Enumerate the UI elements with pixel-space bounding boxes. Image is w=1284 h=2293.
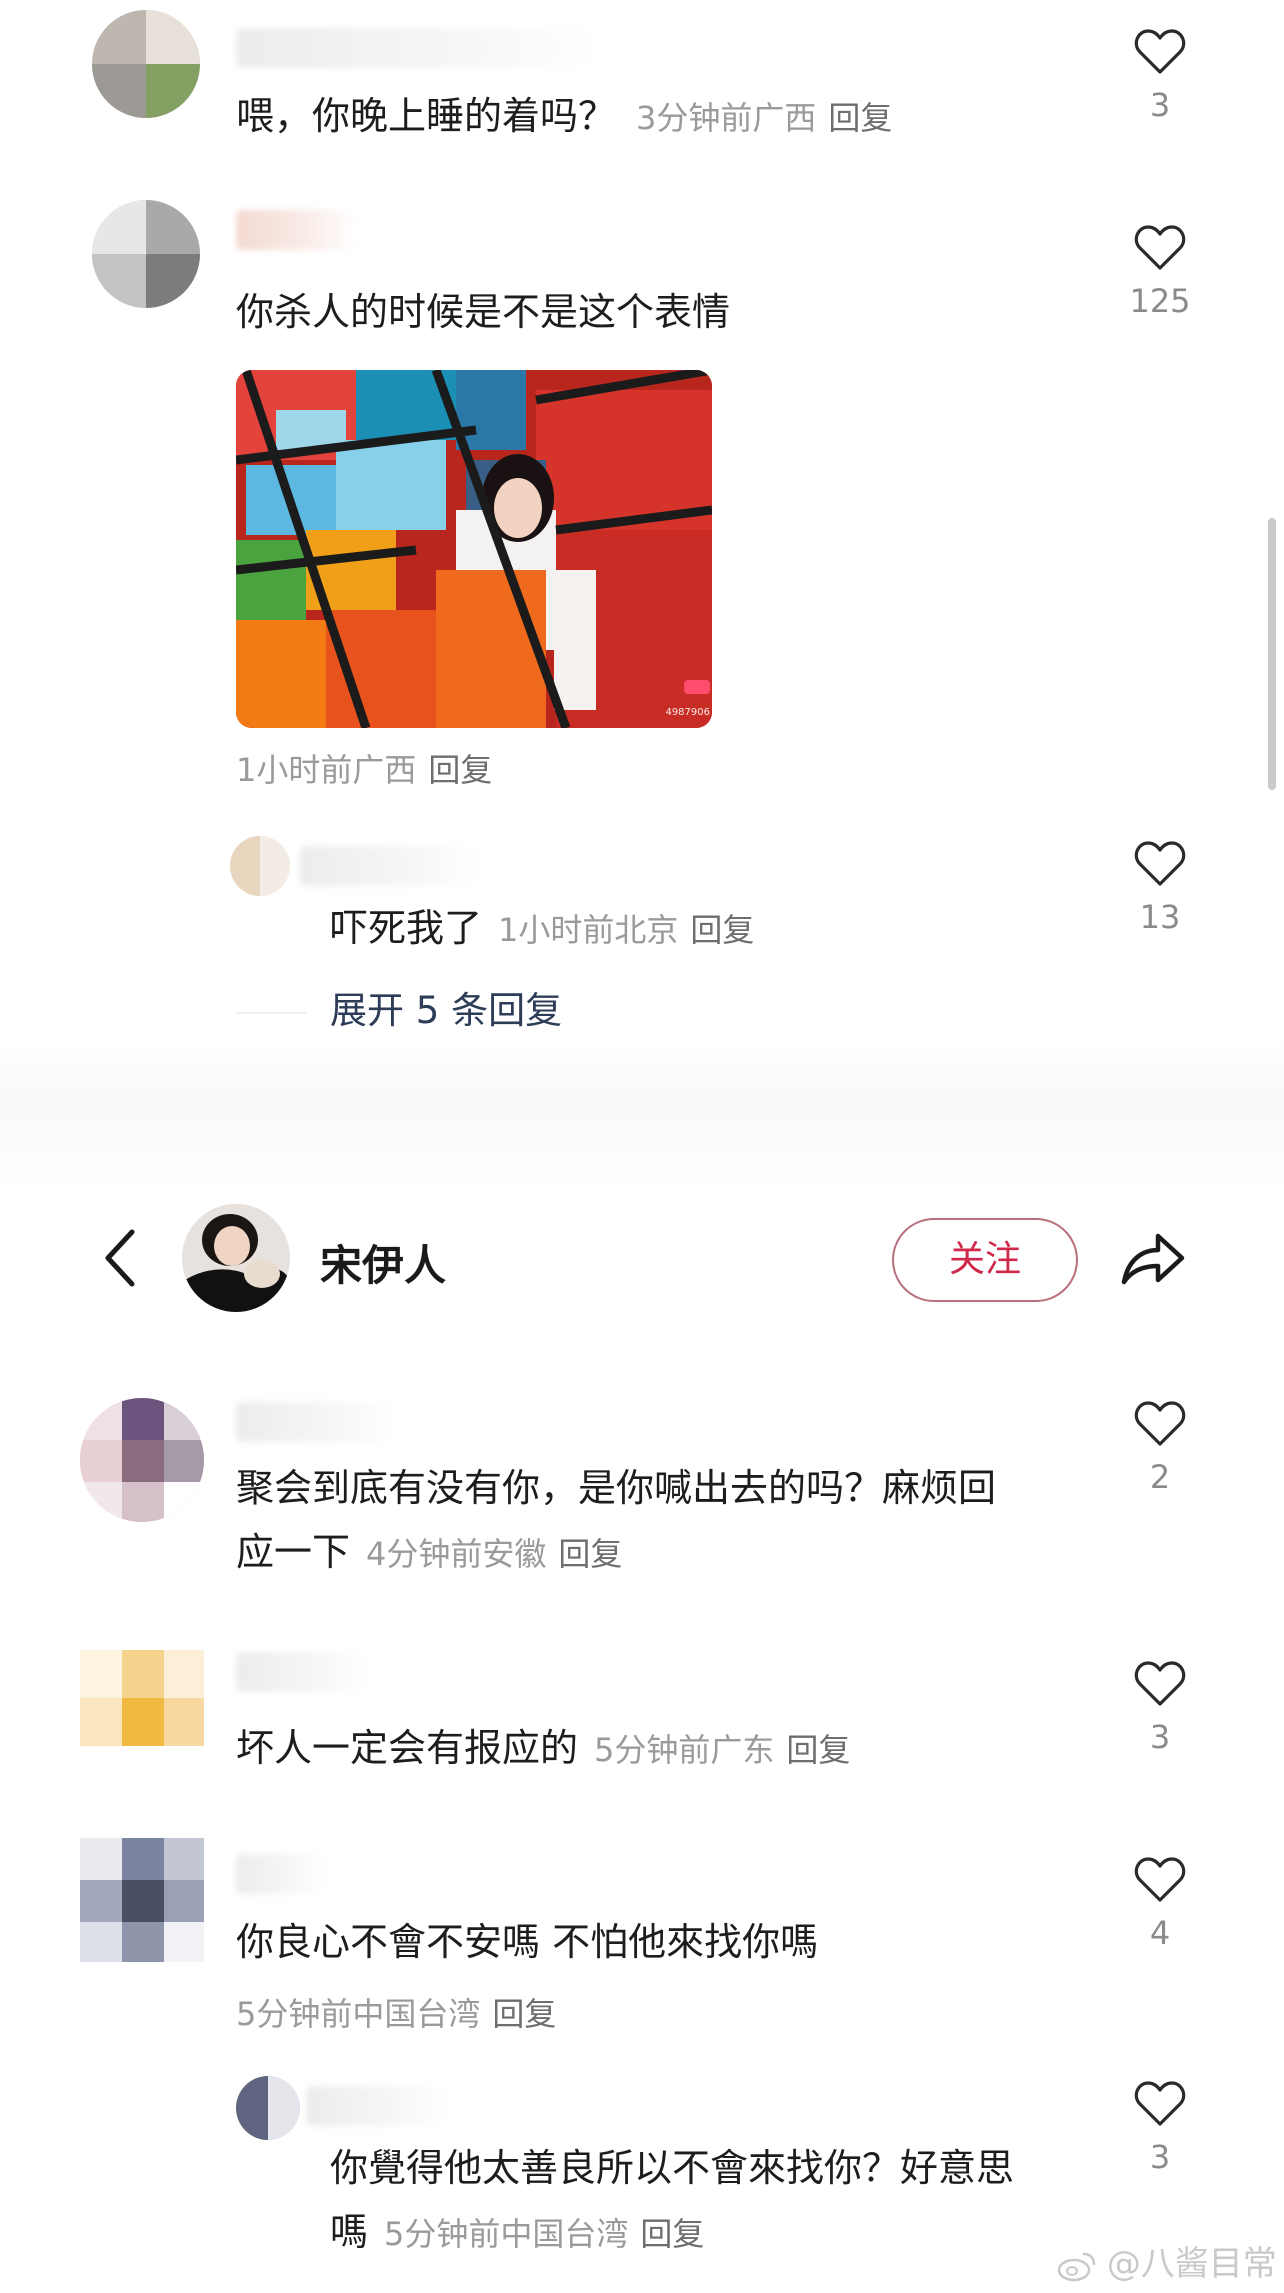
sub-reply-avatar[interactable]	[236, 2076, 300, 2140]
watermark: @八酱目常	[1056, 2236, 1277, 2285]
heart-icon	[1134, 1401, 1186, 1446]
back-chevron-icon	[105, 1229, 135, 1287]
commenter-name-redacted	[236, 1854, 326, 1894]
reply-link[interactable]: 回复	[640, 2215, 704, 2253]
expand-divider	[236, 1012, 306, 1014]
heart-icon	[1134, 841, 1186, 886]
commenter-name-redacted	[236, 28, 596, 68]
share-arrow-icon	[1121, 1233, 1185, 1285]
like-button[interactable]: 2	[1120, 1400, 1200, 1496]
comment-body: 坏人一定会有报应的	[236, 1726, 579, 1770]
comment-text: 坏人一定会有报应的 5分钟前广东 回复	[236, 1716, 850, 1782]
comment-time: 3分钟前	[636, 99, 753, 137]
commenter-avatar[interactable]	[92, 10, 200, 118]
back-button[interactable]	[96, 1226, 146, 1290]
like-count: 3	[1149, 2138, 1171, 2176]
comment-photo[interactable]: 4987906	[236, 370, 712, 728]
profile-avatar[interactable]	[182, 1204, 290, 1312]
sub-reply-location: 中国台湾	[500, 2215, 629, 2253]
commenter-avatar[interactable]	[80, 1838, 204, 1962]
follow-button[interactable]: 关注	[892, 1218, 1078, 1302]
commenter-avatar[interactable]	[80, 1398, 204, 1522]
like-count: 3	[1149, 1718, 1171, 1756]
like-count: 125	[1129, 282, 1191, 320]
comment-time: 5分钟前	[594, 1731, 711, 1769]
comment-time: 5分钟前	[236, 1995, 353, 2033]
sub-reply-body-line2: 嗎	[330, 2210, 369, 2254]
reply-link[interactable]: 回复	[786, 1731, 850, 1769]
like-button[interactable]: 3	[1120, 1660, 1200, 1756]
sub-reply-time: 1小时前	[498, 911, 615, 949]
commenter-name-redacted	[236, 1652, 366, 1692]
sub-reply-text: 吓死我了 1小时前北京 回复	[330, 896, 754, 962]
heart-icon	[1134, 1857, 1186, 1902]
like-count: 2	[1149, 1458, 1171, 1496]
sub-reply-body: 吓死我了	[330, 906, 483, 950]
commenter-avatar[interactable]	[92, 200, 200, 308]
comment-time: 1小时前	[236, 751, 353, 789]
sub-reply-location: 北京	[614, 911, 679, 949]
like-button[interactable]: 13	[1120, 840, 1200, 936]
comment-time: 4分钟前	[366, 1535, 483, 1573]
comment-meta: 5分钟前中国台湾 回复	[236, 1980, 556, 2046]
reply-link[interactable]: 回复	[492, 1995, 556, 2033]
weibo-icon	[1057, 2252, 1096, 2281]
reply-link[interactable]: 回复	[828, 99, 892, 137]
sub-reply-text-line1: 你覺得他太善良所以不會來找你？好意思	[330, 2146, 1015, 2190]
heart-icon	[1134, 1661, 1186, 1706]
sub-reply-avatar[interactable]	[230, 836, 290, 896]
comment-text: 喂，你晚上睡的着吗？ 3分钟前广西 回复	[236, 84, 892, 150]
watermark-text: @八酱目常	[1106, 2244, 1277, 2284]
heart-icon	[1134, 29, 1186, 74]
comment-text-line1: 聚会到底有没有你，是你喊出去的吗？麻烦回	[236, 1466, 997, 1510]
comment-body: 你杀人的时候是不是这个表情	[236, 290, 731, 334]
reply-link[interactable]: 回复	[558, 1535, 622, 1573]
commenter-name-redacted	[236, 210, 356, 250]
like-count: 3	[1149, 86, 1171, 124]
comment-body-line2: 应一下	[236, 1530, 351, 1574]
commenter-avatar[interactable]	[80, 1650, 204, 1746]
expand-replies-link[interactable]: 展开 5 条回复	[330, 980, 562, 1034]
like-count: 13	[1139, 898, 1181, 936]
sub-reply-name-redacted	[306, 2086, 446, 2126]
comment-text: 应一下 4分钟前安徽 回复	[236, 1520, 622, 1586]
sub-reply-time: 5分钟前	[384, 2215, 501, 2253]
reply-link[interactable]: 回复	[690, 911, 754, 949]
heart-icon	[1134, 2081, 1186, 2126]
like-button[interactable]: 125	[1120, 224, 1200, 320]
commenter-name-redacted	[236, 1402, 396, 1442]
reply-link[interactable]: 回复	[428, 751, 492, 789]
like-button[interactable]: 3	[1120, 28, 1200, 124]
comment-body: 喂，你晚上睡的着吗？	[236, 94, 617, 138]
comment-location: 中国台湾	[352, 1995, 481, 2033]
comment-text: 你杀人的时候是不是这个表情	[236, 280, 730, 344]
like-count: 4	[1149, 1914, 1171, 1952]
heart-icon	[1134, 225, 1186, 270]
screenshot-separator	[0, 1040, 1284, 1190]
like-button[interactable]: 3	[1120, 2080, 1200, 2176]
sub-reply-text: 嗎 5分钟前中国台湾 回复	[330, 2200, 704, 2266]
comment-location: 广东	[710, 1731, 775, 1769]
scrollbar[interactable]	[1268, 518, 1276, 790]
image-corner-text: 4987906	[665, 707, 710, 718]
comment-meta: 1小时前广西 回复	[236, 736, 492, 802]
comment-location: 广西	[352, 751, 417, 789]
stained-glass-photo: 4987906	[236, 370, 712, 728]
comment-location: 广西	[752, 99, 817, 137]
share-button[interactable]	[1118, 1226, 1188, 1290]
sub-reply-name-redacted	[300, 846, 480, 886]
like-button[interactable]: 4	[1120, 1856, 1200, 1952]
comment-text: 你良心不會不安嗎 不怕他來找你嗎	[236, 1920, 819, 1964]
profile-photo	[182, 1204, 290, 1312]
comment-location: 安徽	[482, 1535, 547, 1573]
profile-username[interactable]: 宋伊人	[320, 1232, 446, 1293]
